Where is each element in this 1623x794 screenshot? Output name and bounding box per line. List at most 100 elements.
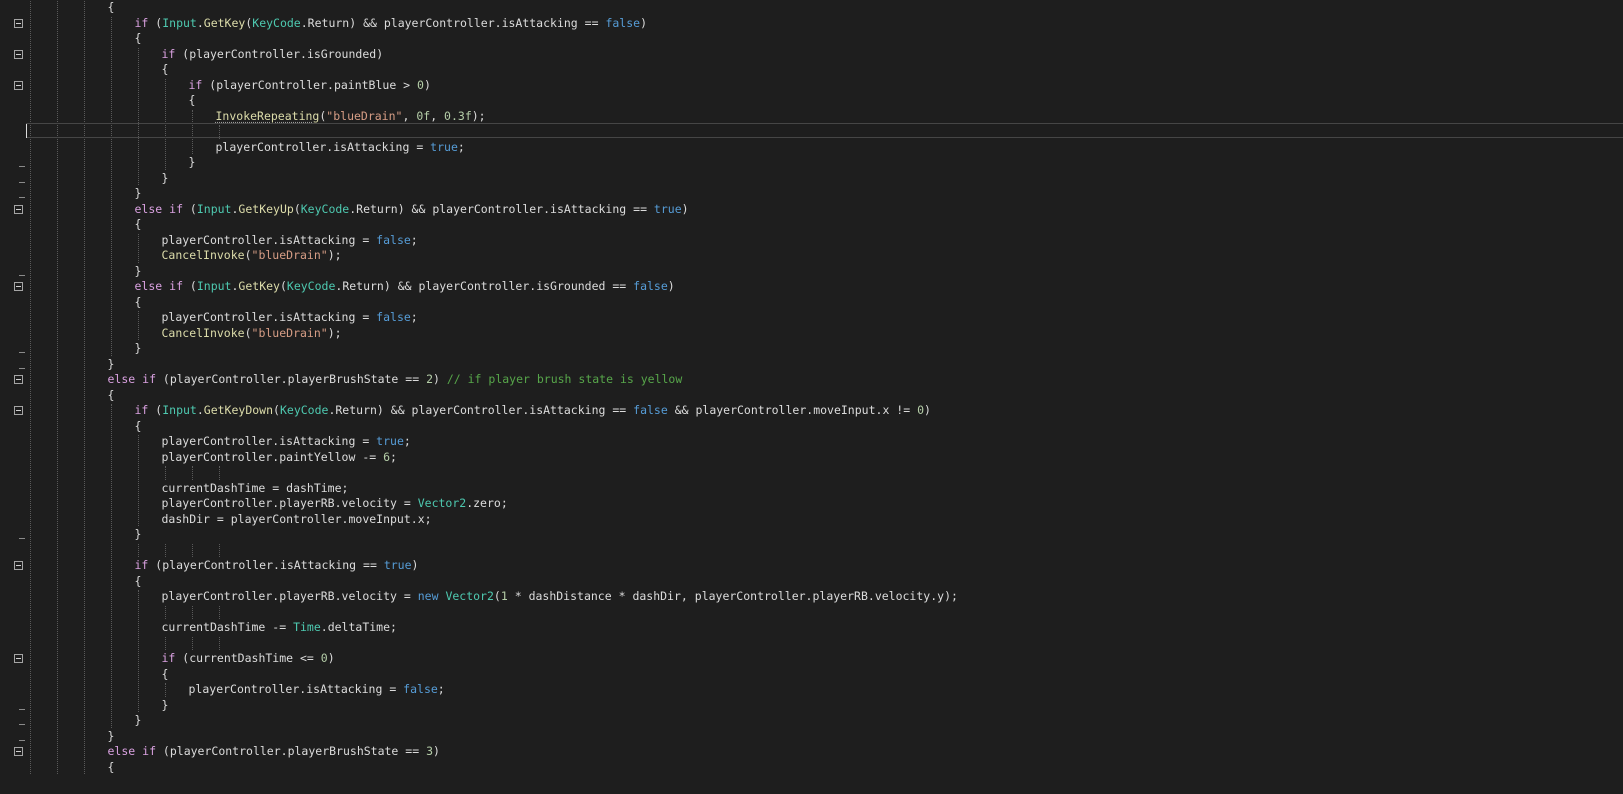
code-line[interactable]: { xyxy=(0,92,1623,108)
code-line[interactable]: playerController.paintYellow -= 6; xyxy=(0,449,1623,465)
code-text: CancelInvoke("blueDrain"); xyxy=(161,248,342,262)
code-text: } xyxy=(134,263,142,278)
collapse-icon[interactable] xyxy=(14,406,23,415)
code-text: InvokeRepeating("blueDrain", 0f, 0.3f); xyxy=(215,108,486,123)
code-text: { xyxy=(107,759,115,774)
code-text: playerController.isAttacking = false; xyxy=(188,682,445,696)
code-line[interactable]: playerController.isAttacking = true; xyxy=(0,433,1623,449)
code-line[interactable] xyxy=(0,464,1623,480)
code-text: if (currentDashTime <= 0) xyxy=(161,651,335,665)
code-line[interactable]: if (playerController.paintBlue > 0) xyxy=(0,77,1623,93)
code-text: else if (playerController.playerBrushSta… xyxy=(107,744,440,758)
code-text: currentDashTime -= Time.deltaTime; xyxy=(161,620,397,634)
code-line[interactable]: playerController.isAttacking = false; xyxy=(0,681,1623,697)
code-text: { xyxy=(134,31,142,45)
code-text: { xyxy=(161,666,169,681)
collapse-icon[interactable] xyxy=(14,80,23,90)
code-line[interactable]: playerController.playerRB.velocity = Vec… xyxy=(0,495,1623,511)
code-line[interactable]: } xyxy=(0,154,1623,170)
code-line[interactable]: { xyxy=(0,294,1623,310)
code-line[interactable]: else if (playerController.playerBrushSta… xyxy=(0,371,1623,387)
fold-end-tick xyxy=(19,181,25,183)
code-line[interactable]: currentDashTime -= Time.deltaTime; xyxy=(0,619,1623,635)
code-line[interactable]: if (Input.GetKeyDown(KeyCode.Return) && … xyxy=(0,402,1623,418)
code-line[interactable]: { xyxy=(0,666,1623,682)
code-text: playerController.playerRB.velocity = new… xyxy=(161,589,958,603)
code-line[interactable]: if (Input.GetKey(KeyCode.Return) && play… xyxy=(0,15,1623,31)
code-text: else if (Input.GetKey(KeyCode.Return) &&… xyxy=(134,279,675,293)
code-line[interactable]: playerController.playerRB.velocity = new… xyxy=(0,588,1623,604)
code-line[interactable]: else if (Input.GetKeyUp(KeyCode.Return) … xyxy=(0,201,1623,217)
code-line[interactable]: { xyxy=(0,573,1623,589)
collapse-icon[interactable] xyxy=(14,282,23,291)
code-line[interactable]: { xyxy=(0,216,1623,232)
code-line[interactable]: { xyxy=(0,418,1623,434)
code-text: if (Input.GetKey(KeyCode.Return) && play… xyxy=(134,15,648,30)
code-line[interactable]: { xyxy=(0,30,1623,46)
collapse-icon[interactable] xyxy=(14,375,23,384)
code-text: { xyxy=(107,0,115,14)
code-line[interactable]: else if (playerController.playerBrushSta… xyxy=(0,743,1623,759)
fold-end-tick xyxy=(19,197,25,198)
code-editor[interactable]: {if (Input.GetKey(KeyCode.Return) && pla… xyxy=(0,0,1623,794)
code-line[interactable]: { xyxy=(0,61,1623,77)
fold-end-tick xyxy=(19,739,25,741)
fold-end-tick xyxy=(19,166,25,167)
code-text: { xyxy=(161,62,169,76)
code-text: } xyxy=(134,527,142,541)
code-line[interactable] xyxy=(0,635,1623,651)
code-text: { xyxy=(107,387,115,402)
code-text: } xyxy=(134,713,142,727)
code-line[interactable]: playerController.isAttacking = false; xyxy=(0,309,1623,325)
code-line[interactable]: } xyxy=(0,185,1623,201)
code-line[interactable]: } xyxy=(0,712,1623,728)
code-line[interactable]: CancelInvoke("blueDrain"); xyxy=(0,247,1623,263)
code-line[interactable]: currentDashTime = dashTime; xyxy=(0,480,1623,496)
code-line[interactable]: { xyxy=(0,387,1623,403)
code-line[interactable]: InvokeRepeating("blueDrain", 0f, 0.3f); xyxy=(0,108,1623,124)
code-line[interactable] xyxy=(0,542,1623,558)
collapse-icon[interactable] xyxy=(14,561,23,570)
code-line[interactable]: } xyxy=(0,697,1623,713)
code-line[interactable]: } xyxy=(0,526,1623,542)
code-line[interactable] xyxy=(0,604,1623,620)
code-text: { xyxy=(188,93,196,107)
code-text: } xyxy=(134,341,142,355)
code-line[interactable]: } xyxy=(0,356,1623,372)
code-text: playerController.paintYellow -= 6; xyxy=(161,449,397,464)
collapse-icon[interactable] xyxy=(14,654,23,663)
fold-end-tick xyxy=(19,538,25,539)
fold-end-tick xyxy=(19,367,25,369)
code-text: { xyxy=(134,418,142,433)
code-text: if (playerController.paintBlue > 0) xyxy=(188,77,431,92)
code-line[interactable]: if (currentDashTime <= 0) xyxy=(0,650,1623,666)
code-line[interactable]: dashDir = playerController.moveInput.x; xyxy=(0,511,1623,527)
collapse-icon[interactable] xyxy=(14,747,23,756)
code-line[interactable]: else if (Input.GetKey(KeyCode.Return) &&… xyxy=(0,278,1623,294)
code-text: currentDashTime = dashTime; xyxy=(161,480,349,495)
code-line[interactable]: playerController.isAttacking = true; xyxy=(0,139,1623,155)
collapse-icon[interactable] xyxy=(14,18,23,28)
code-line[interactable]: } xyxy=(0,263,1623,279)
code-text: dashDir = playerController.moveInput.x; xyxy=(161,511,432,526)
code-line[interactable]: CancelInvoke("blueDrain"); xyxy=(0,325,1623,341)
code-line[interactable]: } xyxy=(0,170,1623,186)
code-line[interactable]: { xyxy=(0,759,1623,775)
code-text: { xyxy=(134,217,142,231)
collapse-icon[interactable] xyxy=(14,49,23,59)
code-line[interactable] xyxy=(0,123,1623,139)
code-line[interactable]: if (playerController.isAttacking == true… xyxy=(0,557,1623,573)
code-text: } xyxy=(107,728,115,743)
code-line[interactable]: playerController.isAttacking = false; xyxy=(0,232,1623,248)
code-text: } xyxy=(161,697,169,712)
code-text: } xyxy=(188,155,196,169)
code-line[interactable]: } xyxy=(0,340,1623,356)
code-text: if (playerController.isAttacking == true… xyxy=(134,558,419,572)
code-line[interactable]: { xyxy=(0,0,1623,15)
collapse-icon[interactable] xyxy=(14,204,23,214)
code-text: } xyxy=(134,186,142,200)
code-text: playerController.isAttacking = true; xyxy=(215,139,465,154)
code-line[interactable]: if (playerController.isGrounded) xyxy=(0,46,1623,62)
code-text: } xyxy=(161,170,169,185)
code-line[interactable]: } xyxy=(0,728,1623,744)
